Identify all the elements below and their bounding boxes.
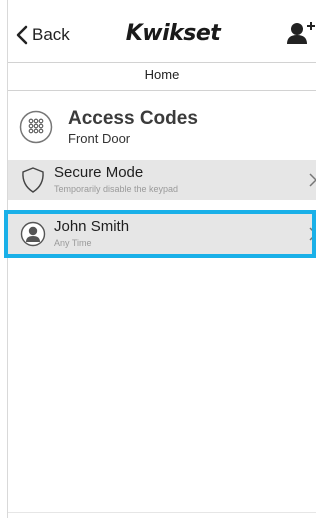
user-avatar-icon (20, 221, 46, 247)
row-subtitle: Any Time (54, 238, 92, 248)
row-title: John Smith (54, 218, 130, 235)
row-subtitle: Temporarily disable the keypad (54, 184, 179, 194)
back-button[interactable]: Back (16, 22, 70, 48)
section-header: Home (8, 63, 316, 91)
keypad-icon (19, 110, 53, 144)
back-label: Back (32, 25, 70, 44)
lock-name: Front Door (68, 131, 131, 146)
chevron-right-icon (309, 227, 316, 241)
shield-icon (22, 167, 44, 193)
secure-mode-row[interactable]: Secure Mode Temporarily disable the keyp… (8, 160, 316, 200)
chevron-left-icon (16, 25, 28, 45)
brand-logo: Kwikset (125, 21, 221, 46)
bottom-divider (8, 512, 316, 513)
nav-bar: Back Kwikset (8, 12, 316, 63)
page-title: Access Codes (68, 108, 198, 129)
app-screen: Back Kwikset Home Access Codes Front Doo… (0, 0, 316, 518)
add-user-icon[interactable] (284, 20, 316, 48)
row-title: Secure Mode (54, 164, 144, 181)
chevron-right-icon (309, 173, 316, 187)
user-row-john-smith[interactable]: John Smith Any Time (8, 214, 316, 254)
